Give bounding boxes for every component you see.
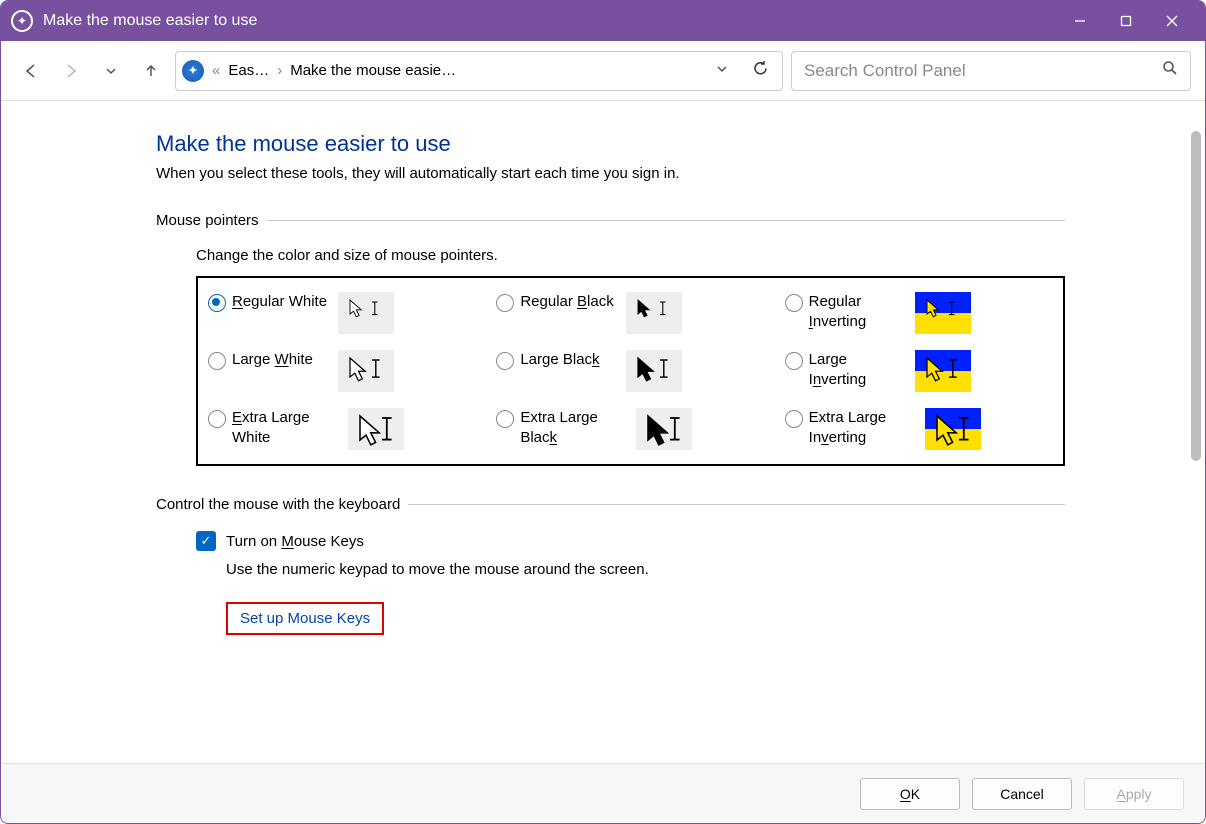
close-button[interactable] — [1149, 1, 1195, 41]
radio-button[interactable] — [496, 294, 514, 312]
pointer-preview — [626, 350, 682, 392]
address-dropdown[interactable] — [706, 62, 738, 80]
footer: OK Cancel Apply — [2, 763, 1204, 823]
content-area: Make the mouse easier to use When you se… — [1, 101, 1205, 761]
search-input[interactable] — [804, 61, 1162, 81]
address-bar[interactable]: ✦ « Eas… › Make the mouse easie… — [175, 51, 783, 91]
pointer-option[interactable]: Extra Large Inverting — [775, 400, 1063, 458]
radio-button[interactable] — [208, 352, 226, 370]
pointer-option-label: Extra Large Inverting — [809, 408, 919, 447]
refresh-button[interactable] — [744, 60, 776, 82]
maximize-button[interactable] — [1103, 1, 1149, 41]
cancel-button[interactable]: Cancel — [972, 778, 1072, 810]
back-button[interactable] — [15, 53, 47, 89]
window-title: Make the mouse easier to use — [43, 12, 1057, 30]
pointer-preview — [338, 292, 394, 334]
control-panel-icon: ✦ — [182, 60, 204, 82]
breadcrumb-item[interactable]: Eas… — [228, 62, 269, 79]
radio-button[interactable] — [785, 352, 803, 370]
radio-button[interactable] — [785, 294, 803, 312]
search-icon[interactable] — [1162, 60, 1178, 81]
app-icon: ✦ — [11, 10, 33, 32]
scrollbar[interactable] — [1191, 101, 1203, 761]
pointer-preview — [915, 292, 971, 334]
minimize-button[interactable] — [1057, 1, 1103, 41]
pointer-preview — [925, 408, 981, 450]
pointer-option-label: Large White — [232, 350, 332, 370]
setup-mouse-keys-highlight: Set up Mouse Keys — [226, 602, 384, 635]
mouse-keys-label[interactable]: Turn on Mouse Keys — [226, 533, 364, 550]
breadcrumb-item[interactable]: Make the mouse easie… — [290, 62, 456, 79]
pointer-preview — [915, 350, 971, 392]
pointers-desc: Change the color and size of mouse point… — [196, 247, 1065, 264]
pointer-option-label: Large Black — [520, 350, 620, 370]
pointer-option-label: Extra Large White — [232, 408, 342, 447]
radio-button[interactable] — [208, 410, 226, 428]
apply-button[interactable]: Apply — [1084, 778, 1184, 810]
chevron-right-icon: › — [275, 62, 284, 79]
page-subtitle: When you select these tools, they will a… — [156, 165, 1065, 182]
page-title: Make the mouse easier to use — [156, 131, 1065, 157]
pointer-option[interactable]: Large Black — [486, 342, 774, 400]
up-button[interactable] — [135, 53, 167, 89]
mouse-keys-checkbox[interactable]: ✓ — [196, 531, 216, 551]
pointer-option-label: Extra Large Black — [520, 408, 630, 447]
search-bar[interactable] — [791, 51, 1191, 91]
mouse-keys-desc: Use the numeric keypad to move the mouse… — [226, 561, 1065, 578]
radio-button[interactable] — [496, 352, 514, 370]
pointer-preview — [348, 408, 404, 450]
ok-button[interactable]: OK — [860, 778, 960, 810]
pointer-option[interactable]: Regular Inverting — [775, 284, 1063, 342]
pointer-option[interactable]: Regular White — [198, 284, 486, 342]
section-heading-pointers: Mouse pointers — [156, 212, 1065, 229]
recent-dropdown[interactable] — [95, 53, 127, 89]
pointer-option-label: Large Inverting — [809, 350, 909, 389]
pointer-option-label: Regular Inverting — [809, 292, 909, 331]
titlebar: ✦ Make the mouse easier to use — [1, 1, 1205, 41]
pointer-option[interactable]: Regular Black — [486, 284, 774, 342]
section-heading-keyboard: Control the mouse with the keyboard — [156, 496, 1065, 513]
forward-button[interactable] — [55, 53, 87, 89]
pointer-preview — [626, 292, 682, 334]
radio-button[interactable] — [785, 410, 803, 428]
radio-button[interactable] — [208, 294, 226, 312]
pointer-option[interactable]: Extra Large Black — [486, 400, 774, 458]
radio-button[interactable] — [496, 410, 514, 428]
pointer-option[interactable]: Large Inverting — [775, 342, 1063, 400]
pointer-options-grid: Regular White Regular Black Regular Inve… — [196, 276, 1065, 466]
navbar: ✦ « Eas… › Make the mouse easie… — [1, 41, 1205, 101]
pointer-preview — [338, 350, 394, 392]
setup-mouse-keys-link[interactable]: Set up Mouse Keys — [240, 610, 370, 627]
pointer-option-label: Regular Black — [520, 292, 620, 312]
pointer-option-label: Regular White — [232, 292, 332, 312]
pointer-preview — [636, 408, 692, 450]
pointer-option[interactable]: Extra Large White — [198, 400, 486, 458]
pointer-option[interactable]: Large White — [198, 342, 486, 400]
breadcrumb-overflow[interactable]: « — [210, 62, 222, 79]
